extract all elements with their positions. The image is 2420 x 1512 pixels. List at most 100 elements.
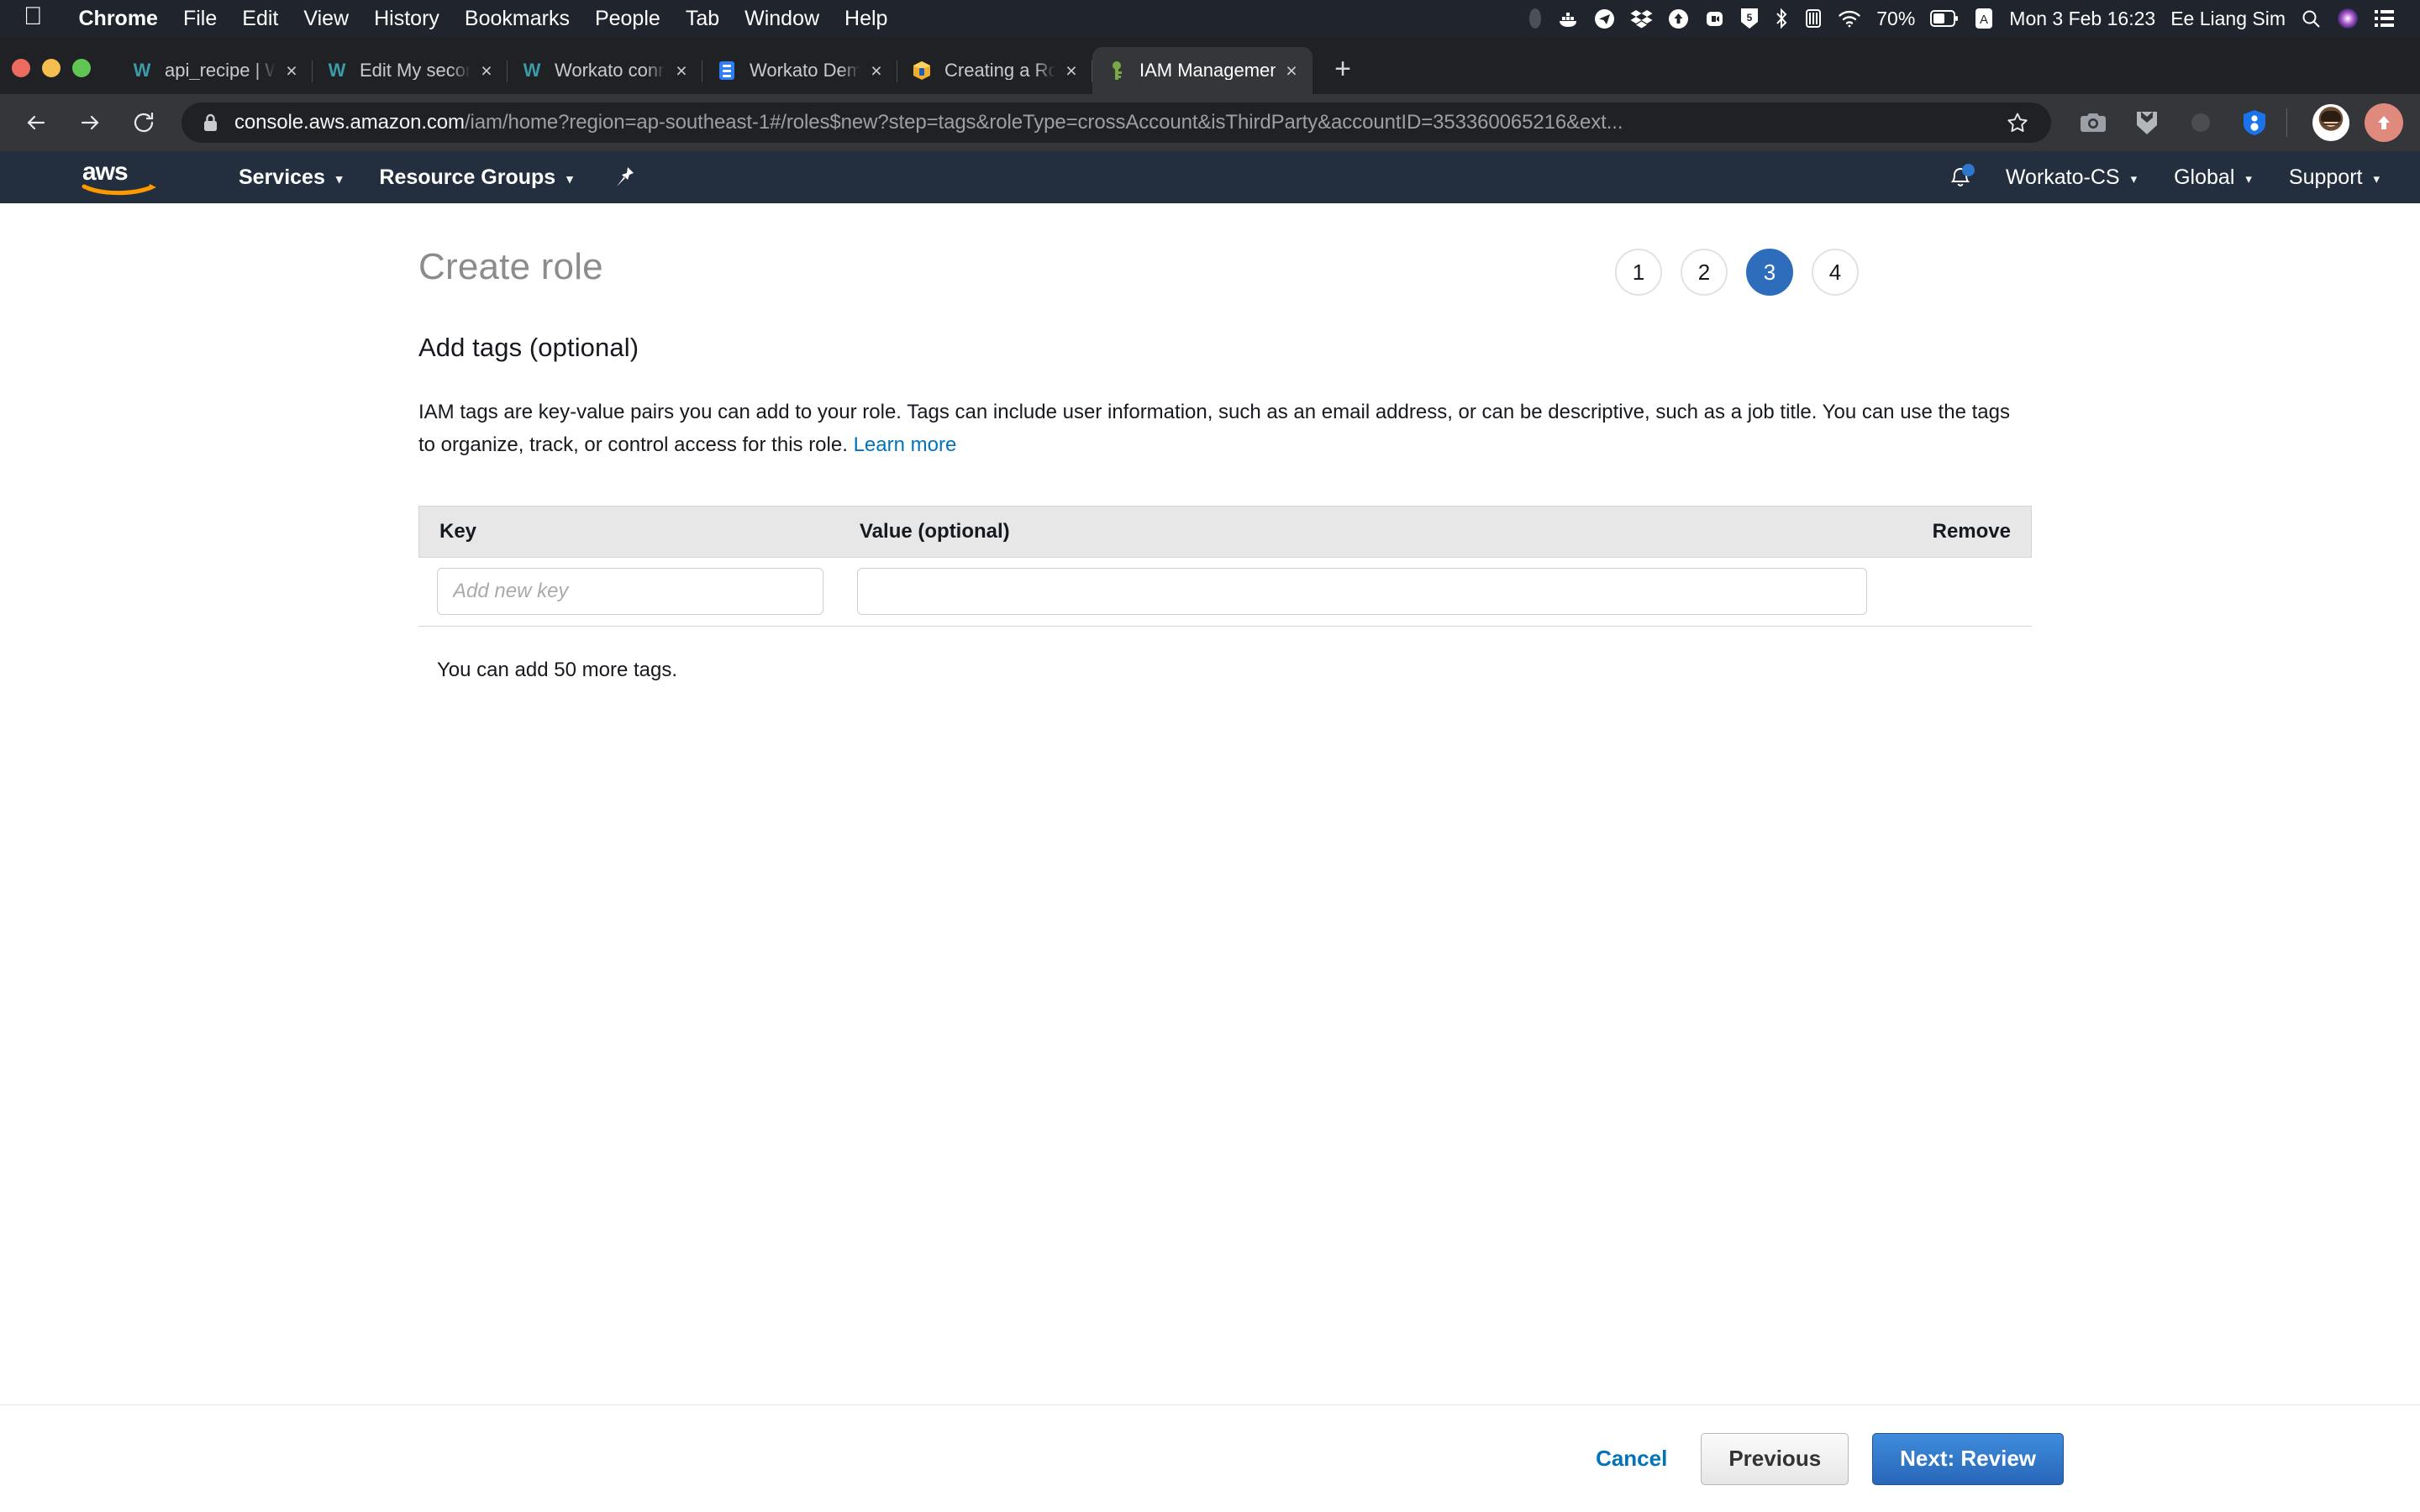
aws-support-menu[interactable]: Support ▾	[2270, 165, 2398, 190]
close-tab-button[interactable]: ×	[864, 58, 889, 83]
new-tab-button[interactable]: +	[1324, 50, 1361, 87]
battery-icon[interactable]	[1930, 9, 1959, 28]
forward-arrow-icon[interactable]	[71, 103, 109, 142]
notification-bell-icon[interactable]	[1949, 164, 1975, 190]
upload-arrow-icon[interactable]	[2365, 103, 2403, 142]
menu-file[interactable]: File	[171, 7, 229, 31]
back-arrow-icon[interactable]	[17, 103, 55, 142]
section-heading: Add tags (optional)	[418, 333, 639, 362]
dropbox-icon[interactable]	[1630, 8, 1653, 29]
macos-status-items: 5 70% A Mon 3 Feb 16:23 Ee Liang Sim	[1528, 7, 2405, 30]
workato-w-icon: W	[133, 60, 151, 81]
shield-chevron-icon[interactable]	[2127, 102, 2167, 143]
wizard-step-3-active[interactable]: 3	[1746, 249, 1793, 296]
browser-tab-6-active[interactable]: IAM Management Console ×	[1092, 47, 1313, 94]
backup-cloud-icon[interactable]	[1668, 8, 1689, 29]
aws-services-menu[interactable]: Services ▾	[220, 165, 360, 190]
wizard-step-1[interactable]: 1	[1615, 249, 1662, 296]
grayscale-oval-icon[interactable]	[1528, 8, 1542, 29]
aws-region-menu[interactable]: Global ▾	[2155, 165, 2270, 190]
maximize-window-button[interactable]	[72, 59, 91, 77]
browser-tab-strip: W api_recipe | Workato × W Edit My secon…	[0, 37, 2420, 94]
menu-bookmarks[interactable]: Bookmarks	[452, 7, 582, 31]
menu-window[interactable]: Window	[732, 7, 832, 31]
pin-icon[interactable]	[613, 165, 635, 189]
user-name-label[interactable]: Ee Liang Sim	[2170, 8, 2286, 30]
video-camera-icon[interactable]	[1704, 8, 1725, 29]
aws-account-menu[interactable]: Workato-CS ▾	[1987, 165, 2155, 190]
aws-resource-groups-menu[interactable]: Resource Groups ▾	[360, 165, 591, 190]
previous-button[interactable]: Previous	[1701, 1432, 1849, 1485]
close-tab-button[interactable]: ×	[474, 58, 499, 83]
telegram-icon[interactable]	[1594, 8, 1615, 29]
bookmark-star-icon[interactable]	[1999, 104, 2036, 141]
chevron-down-icon: ▾	[2245, 172, 2252, 186]
next-review-button[interactable]: Next: Review	[1872, 1432, 2064, 1485]
iam-key-icon	[1106, 60, 1128, 81]
input-source-icon[interactable]: A	[1974, 7, 1994, 30]
cancel-button[interactable]: Cancel	[1586, 1439, 1677, 1478]
wifi-icon[interactable]	[1838, 9, 1861, 28]
page-body: Create role 1 2 3 4 Add tags (optional) …	[0, 203, 2420, 1512]
five-badge-icon[interactable]: 5	[1740, 8, 1759, 29]
close-tab-button[interactable]: ×	[1279, 58, 1304, 83]
chevron-down-icon: ▾	[2130, 172, 2138, 186]
browser-tab-1[interactable]: W api_recipe | Workato ×	[118, 47, 313, 94]
browser-tab-3[interactable]: W Workato connectors - Ama ×	[508, 47, 702, 94]
close-tab-button[interactable]: ×	[1059, 58, 1084, 83]
tab-title: Edit My second Amazon S	[360, 61, 471, 80]
wizard-step-4[interactable]: 4	[1812, 249, 1859, 296]
datetime-label[interactable]: Mon 3 Feb 16:23	[2009, 8, 2155, 30]
page-title: Create role	[418, 246, 603, 287]
menu-history[interactable]: History	[361, 7, 452, 31]
browser-tab-4[interactable]: Workato Demo Account Ac ×	[702, 47, 897, 94]
menu-view[interactable]: View	[291, 7, 361, 31]
padlock-icon[interactable]	[202, 113, 219, 133]
screenshot-camera-icon[interactable]	[2073, 102, 2113, 143]
aws-logo[interactable]: aws	[77, 158, 176, 197]
aws-account-label: Workato-CS	[2005, 165, 2120, 189]
address-bar[interactable]: console.aws.amazon.com/iam/home?region=a…	[182, 102, 2051, 143]
menu-chrome[interactable]: Chrome	[66, 7, 171, 31]
bluetooth-icon[interactable]	[1774, 8, 1789, 29]
aws-nav-right: Workato-CS ▾ Global ▾ Support ▾	[1949, 164, 2398, 190]
tab-title: Workato connectors - Ama	[555, 61, 666, 80]
menu-tab[interactable]: Tab	[673, 7, 732, 31]
close-tab-button[interactable]: ×	[279, 58, 304, 83]
learn-more-link[interactable]: Learn more	[854, 433, 957, 456]
workato-w-icon: W	[328, 60, 346, 81]
reload-icon[interactable]	[124, 103, 163, 142]
url-display[interactable]: console.aws.amazon.com/iam/home?region=a…	[234, 111, 1999, 134]
macos-menu-left:  Chrome File Edit View History Bookmark…	[15, 4, 900, 31]
battery-meter-icon[interactable]	[1804, 8, 1823, 29]
content-wrap: Create role 1 2 3 4 Add tags (optional) …	[403, 242, 2032, 682]
workato-w-icon: W	[523, 60, 541, 81]
search-icon[interactable]	[2301, 8, 2322, 29]
list-menu-icon[interactable]	[2374, 9, 2395, 28]
wizard-step-2[interactable]: 2	[1681, 249, 1728, 296]
close-window-button[interactable]	[12, 59, 30, 77]
aws-resource-groups-label: Resource Groups	[379, 165, 556, 189]
tab-title: api_recipe | Workato	[165, 61, 276, 80]
aws-support-label: Support	[2288, 165, 2363, 189]
aws-services-label: Services	[239, 165, 325, 189]
menu-help[interactable]: Help	[832, 7, 900, 31]
user-avatar[interactable]	[2312, 104, 2349, 141]
browser-tab-2[interactable]: W Edit My second Amazon S ×	[313, 47, 508, 94]
column-header-remove: Remove	[1932, 519, 2011, 543]
tag-value-input[interactable]	[857, 568, 1867, 616]
window-controls	[12, 59, 91, 94]
browser-tab-5[interactable]: Creating a Role to Delegat ×	[897, 47, 1092, 94]
faded-extension-icon[interactable]	[2181, 102, 2221, 143]
wizard-step-indicator: 1 2 3 4	[1615, 242, 2017, 296]
blue-shield-people-icon[interactable]	[2234, 102, 2275, 143]
docker-icon[interactable]	[1557, 8, 1579, 29]
close-tab-button[interactable]: ×	[669, 58, 694, 83]
tag-key-input[interactable]	[437, 568, 823, 616]
apple-logo-icon[interactable]: 	[24, 4, 43, 29]
menu-edit[interactable]: Edit	[229, 7, 291, 31]
minimize-window-button[interactable]	[42, 59, 60, 77]
macos-menu-bar:  Chrome File Edit View History Bookmark…	[0, 0, 2420, 37]
siri-icon[interactable]	[2337, 8, 2359, 29]
menu-people[interactable]: People	[582, 7, 673, 31]
